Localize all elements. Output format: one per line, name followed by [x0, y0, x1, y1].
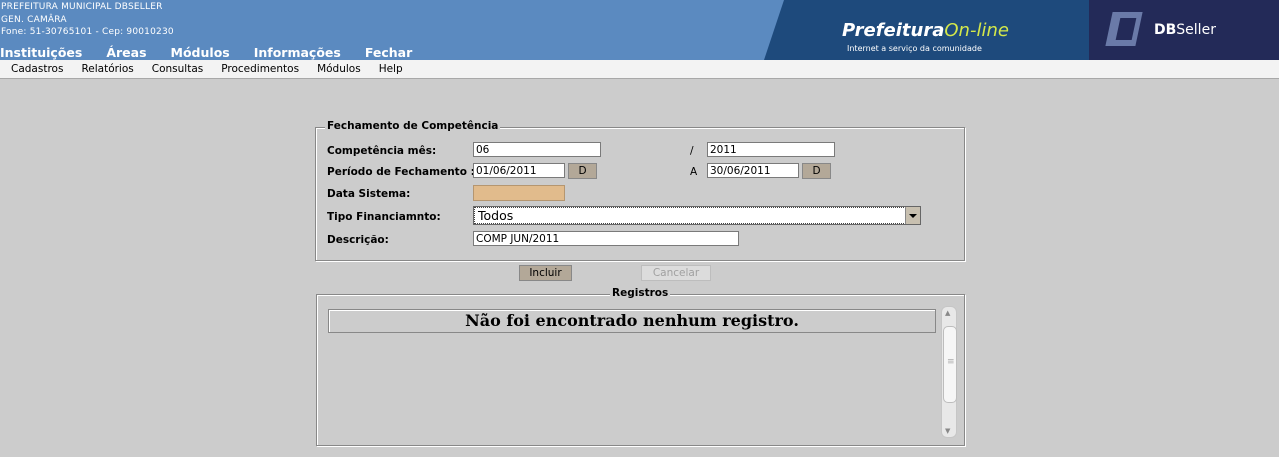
menu-procedimentos[interactable]: Procedimentos	[221, 63, 299, 75]
nav-areas[interactable]: Áreas	[106, 45, 146, 60]
nav-instituicoes[interactable]: Instituições	[0, 45, 82, 60]
nav-modulos[interactable]: Módulos	[171, 45, 230, 60]
periodo-label: Período de Fechamento :	[327, 166, 475, 178]
competencia-ano-input[interactable]: 2011	[707, 142, 835, 157]
brand-title-accent: On-line	[944, 20, 1009, 41]
nav-informacoes[interactable]: Informações	[254, 45, 341, 60]
menu-help[interactable]: Help	[379, 63, 403, 75]
scroll-thumb[interactable]: ≡	[943, 326, 957, 403]
vendor-suffix: Seller	[1176, 22, 1216, 38]
competencia-mes-input[interactable]: 06	[473, 142, 601, 157]
top-navigation: Instituições Áreas Módulos Informações F…	[0, 45, 436, 60]
org-contact: Fone: 51-30765101 - Cep: 90010230	[1, 27, 174, 37]
fechamento-fieldset: Fechamento de Competência Competência mê…	[315, 120, 965, 261]
empty-results-message: Não foi encontrado nenhum registro.	[328, 309, 936, 333]
registros-fieldset: Registros Não foi encontrado nenhum regi…	[316, 287, 965, 446]
prefeitura-online-logo: PrefeituraOn-line Internet a serviço da …	[764, 0, 1089, 60]
competencia-label: Competência mês:	[327, 145, 437, 157]
vendor-prefix: DB	[1154, 22, 1177, 38]
fechamento-legend: Fechamento de Competência	[325, 120, 501, 132]
periodo-inicio-input[interactable]: 01/06/2011	[473, 163, 565, 178]
periodo-inicio-date-button[interactable]: D	[568, 163, 597, 179]
competencia-separator: /	[690, 145, 694, 157]
scroll-down-icon[interactable]: ▼	[945, 427, 950, 435]
data-sistema-label: Data Sistema:	[327, 188, 411, 200]
org-name: PREFEITURA MUNICIPAL DBSELLER	[1, 2, 163, 12]
dbseller-logo: DBSeller	[1089, 0, 1279, 60]
tipo-financiamento-value: Todos	[478, 208, 514, 223]
registros-scrollbar[interactable]: ▲ ≡ ▼	[941, 306, 957, 438]
tipo-financiamento-select[interactable]: Todos	[473, 206, 921, 225]
menu-relatorios[interactable]: Relatórios	[81, 63, 133, 75]
descricao-label: Descrição:	[327, 234, 389, 246]
periodo-separator: A	[690, 166, 698, 178]
tipo-financiamento-label: Tipo Financiamnto:	[327, 211, 441, 223]
org-department: GEN. CAMÂRA	[1, 14, 67, 25]
brand-tagline: Internet a serviço da comunidade	[847, 44, 982, 53]
app-header: PREFEITURA MUNICIPAL DBSELLER GEN. CAMÂR…	[0, 0, 1279, 60]
incluir-button[interactable]: Incluir	[519, 265, 572, 281]
brand-title: Prefeitura	[842, 20, 945, 41]
registros-legend: Registros	[610, 287, 671, 299]
menu-consultas[interactable]: Consultas	[152, 63, 203, 75]
data-sistema-input[interactable]	[473, 185, 565, 201]
periodo-fim-date-button[interactable]: D	[802, 163, 831, 179]
menu-cadastros[interactable]: Cadastros	[11, 63, 63, 75]
grip-icon: ≡	[947, 357, 955, 367]
descricao-input[interactable]: COMP JUN/2011	[473, 231, 739, 246]
chevron-down-icon[interactable]	[905, 207, 920, 224]
nav-fechar[interactable]: Fechar	[365, 45, 412, 60]
periodo-fim-input[interactable]: 30/06/2011	[707, 163, 799, 178]
scroll-up-icon[interactable]: ▲	[945, 309, 950, 317]
menu-bar: Cadastros Relatórios Consultas Procedime…	[0, 60, 1279, 79]
menu-modulos[interactable]: Módulos	[317, 63, 361, 75]
organization-info: PREFEITURA MUNICIPAL DBSELLER GEN. CAMÂR…	[1, 1, 174, 39]
cancelar-button[interactable]: Cancelar	[641, 265, 711, 281]
